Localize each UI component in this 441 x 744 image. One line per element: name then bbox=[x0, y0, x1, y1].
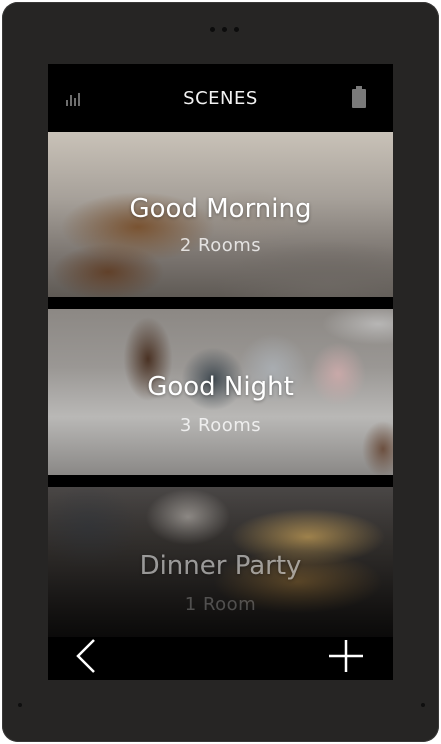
scene-room-count: 2 Rooms bbox=[179, 235, 262, 256]
sensor-dot bbox=[234, 27, 239, 32]
back-button[interactable] bbox=[72, 636, 102, 676]
screw bbox=[421, 703, 425, 707]
battery-icon bbox=[352, 86, 366, 108]
plus-icon bbox=[329, 640, 363, 672]
sensor-dot bbox=[222, 27, 227, 32]
scene-name: Dinner Party bbox=[139, 551, 302, 581]
scene-name: Good Morning bbox=[129, 194, 312, 224]
scene-card-good-night[interactable]: Good Night 3 Rooms bbox=[48, 309, 393, 475]
chevron-left-icon bbox=[76, 639, 95, 673]
scene-room-count: 3 Rooms bbox=[179, 415, 262, 436]
scene-card-good-morning[interactable]: Good Morning 2 Rooms bbox=[48, 132, 393, 297]
scene-room-count: 1 Room bbox=[184, 594, 257, 615]
header-bar: SCENES bbox=[48, 64, 393, 132]
page-title: SCENES bbox=[183, 88, 258, 109]
add-scene-button[interactable] bbox=[326, 636, 366, 676]
sensor-dot bbox=[210, 27, 215, 32]
touch-screen: SCENES Good Morning 2 Rooms Good Night 3… bbox=[48, 64, 393, 680]
screw bbox=[18, 703, 22, 707]
scene-card-dinner-party[interactable]: Dinner Party 1 Room bbox=[48, 487, 393, 637]
scene-name: Good Night bbox=[147, 372, 294, 402]
